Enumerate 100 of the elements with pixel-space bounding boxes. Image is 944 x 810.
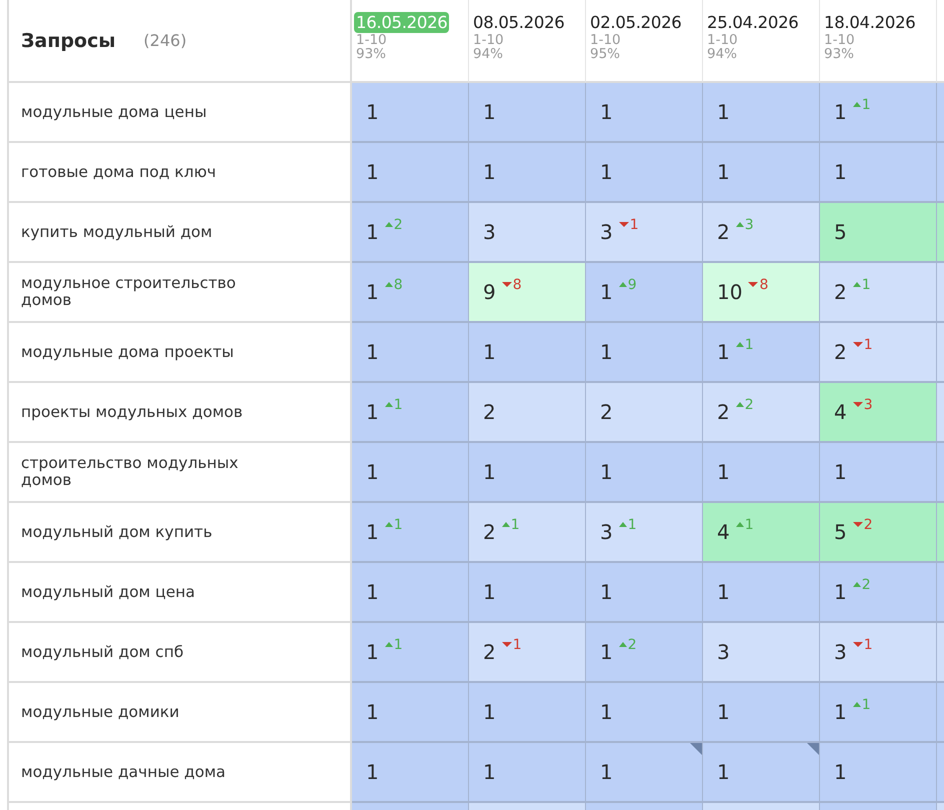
rank-change: 1 (394, 517, 403, 533)
rank-value: 1 (483, 160, 496, 184)
rank-value: 3 (600, 220, 613, 244)
column-title: Запросы (21, 30, 116, 52)
rank-value: 1 (717, 340, 730, 364)
column-date[interactable]: 08.05.2026 (471, 12, 566, 33)
rank-value: 1 (717, 700, 730, 724)
rank-value: 1 (600, 580, 613, 604)
rank-value: 1 (366, 160, 379, 184)
column-date[interactable]: 02.05.2026 (588, 12, 684, 33)
rank-change: 2 (628, 637, 637, 653)
rank-value: 4 (834, 400, 847, 424)
rank-change: 1 (510, 517, 520, 533)
rank-value: 2 (483, 520, 496, 544)
rank-value: 1 (834, 460, 847, 484)
rank-value: 2 (483, 640, 496, 664)
rank-value: 1 (600, 700, 613, 724)
rank-value: 1 (717, 100, 730, 124)
rank-value: 1 (366, 700, 379, 724)
rank-value: 1 (366, 400, 379, 424)
rank-value: 1 (366, 580, 379, 604)
rank-value: 1 (600, 100, 613, 124)
rank-value: 1 (366, 280, 379, 304)
rank-value: 4 (717, 520, 730, 544)
percent-label: 94% (706, 47, 738, 61)
range-label: 1-10 (355, 33, 387, 47)
rank-value: 10 (717, 280, 742, 304)
rank-value: 1 (834, 580, 847, 604)
range-label: 1-10 (706, 33, 738, 47)
rank-value: 1 (600, 160, 613, 184)
rank-value: 1 (366, 520, 379, 544)
rank-value: 1 (366, 640, 379, 664)
query-count: (246) (144, 31, 187, 50)
rank-change: 1 (744, 517, 754, 533)
range-label: 1-10 (472, 33, 504, 47)
range-label: 1-10 (823, 33, 855, 47)
rank-value: 1 (483, 760, 496, 784)
rank-value: 5 (834, 220, 847, 244)
rank-change: 1 (864, 337, 873, 353)
rank-value: 1 (717, 760, 730, 784)
rank-value: 3 (834, 640, 847, 664)
rank-change: 1 (744, 337, 754, 353)
rank-change: 2 (394, 217, 403, 233)
rank-value: 1 (483, 100, 496, 124)
rank-change: 3 (744, 217, 754, 233)
rank-value: 1 (717, 580, 730, 604)
rank-value: 1 (834, 100, 847, 124)
rank-value: 1 (834, 160, 847, 184)
rank-change: 2 (862, 577, 871, 593)
rank-change: 1 (864, 637, 873, 653)
rank-change: 1 (512, 637, 522, 653)
rank-change: 8 (759, 277, 768, 293)
rank-value: 1 (366, 100, 379, 124)
rank-value: 5 (834, 520, 847, 544)
column-date[interactable]: 18.04.2026 (822, 12, 918, 33)
rank-value: 1 (600, 340, 613, 364)
rank-value: 2 (834, 340, 847, 364)
rank-change: 1 (630, 217, 639, 233)
rank-value: 1 (600, 280, 613, 304)
rank-value: 9 (483, 280, 496, 304)
rank-value: 1 (483, 340, 496, 364)
rank-change: 1 (628, 517, 637, 533)
rank-value: 1 (717, 460, 730, 484)
rank-value: 1 (600, 460, 613, 484)
rank-value: 3 (600, 520, 613, 544)
rank-change: 1 (862, 97, 871, 113)
rank-value: 1 (366, 340, 379, 364)
rank-value: 1 (600, 760, 613, 784)
rank-change: 9 (628, 277, 637, 293)
rank-value: 1 (366, 760, 379, 784)
rank-value: 1 (600, 640, 613, 664)
rank-change: 1 (394, 397, 403, 413)
rank-value: 1 (483, 460, 496, 484)
rank-value: 2 (717, 220, 730, 244)
rank-change: 3 (864, 397, 873, 413)
percent-label: 93% (823, 47, 854, 61)
rank-change: 1 (862, 277, 871, 293)
range-label: 1-10 (589, 33, 621, 47)
rank-value: 2 (717, 400, 730, 424)
rank-value: 3 (483, 220, 496, 244)
rank-change: 2 (864, 517, 873, 533)
rank-change: 1 (394, 637, 403, 653)
rank-value: 2 (600, 400, 613, 424)
rank-value: 3 (717, 640, 730, 664)
rank-value: 1 (483, 700, 496, 724)
percent-label: 93% (355, 47, 386, 61)
column-date[interactable]: 25.04.2026 (705, 12, 800, 33)
rank-change: 8 (512, 277, 522, 293)
rank-value: 2 (483, 400, 496, 424)
rank-value: 1 (366, 460, 379, 484)
rank-value: 1 (483, 580, 496, 604)
percent-label: 95% (589, 47, 620, 61)
rank-value: 1 (834, 760, 847, 784)
rank-change: 2 (744, 397, 754, 413)
rank-value: 1 (717, 160, 730, 184)
rank-value: 1 (834, 700, 847, 724)
rank-change: 1 (862, 697, 871, 713)
rank-change: 8 (394, 277, 403, 293)
rank-value: 2 (834, 280, 847, 304)
percent-label: 94% (472, 47, 504, 61)
